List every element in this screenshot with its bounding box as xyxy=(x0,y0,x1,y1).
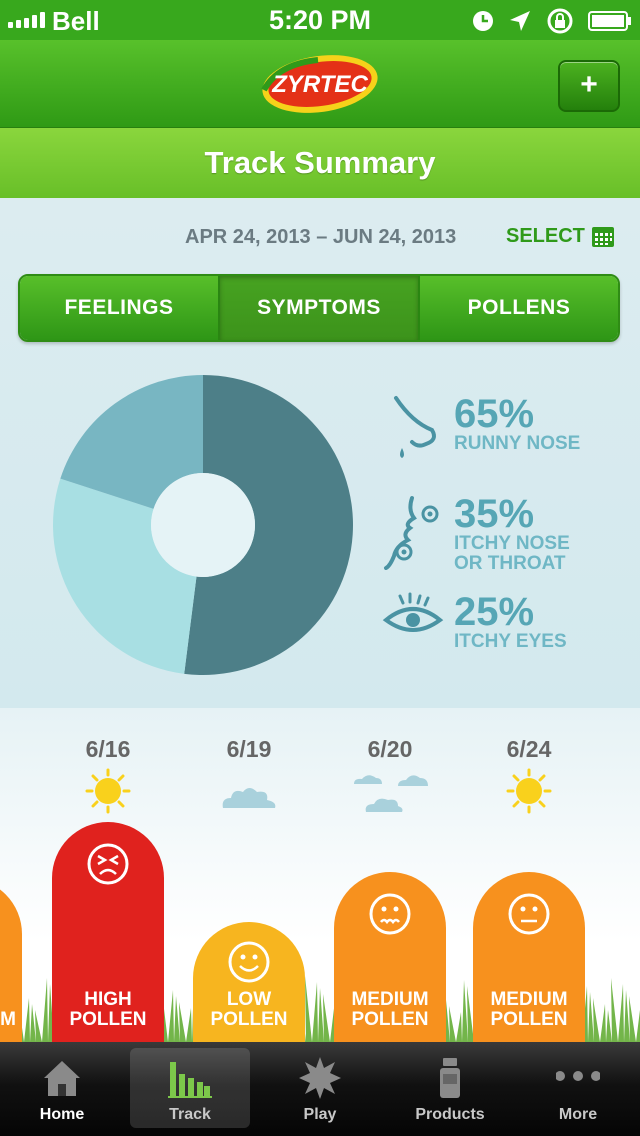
select-date-button[interactable]: SELECT xyxy=(506,224,615,248)
tab-feelings[interactable]: FEELINGS xyxy=(20,276,218,340)
sun-icon xyxy=(85,768,131,814)
pollen-level-label: MEDIUM POLLEN xyxy=(490,989,568,1030)
neutral-face-icon xyxy=(508,893,550,935)
pollen-level-label: M xyxy=(0,1009,16,1030)
pollen-card-partial[interactable]: M xyxy=(0,878,22,1042)
add-button[interactable]: + xyxy=(558,60,620,112)
home-icon xyxy=(44,1061,80,1096)
status-icons xyxy=(472,7,632,35)
calendar-icon xyxy=(591,227,614,247)
pollen-card-medium[interactable]: MEDIUM POLLEN xyxy=(473,872,585,1042)
more-dots-icon xyxy=(556,1071,600,1081)
tab-more[interactable]: More xyxy=(518,1048,638,1128)
page-title: Track Summary xyxy=(0,128,640,198)
tab-track[interactable]: Track xyxy=(130,1048,250,1128)
face-profile-icon xyxy=(384,496,439,570)
bottle-icon xyxy=(440,1058,460,1098)
legend-itchy-eyes: 25% ITCHY EYES xyxy=(382,592,567,652)
legend-pct: 35% xyxy=(454,492,535,536)
tab-symptoms[interactable]: SYMPTOMS xyxy=(218,276,418,340)
eye-icon xyxy=(382,592,444,632)
tab-label: Play xyxy=(303,1106,337,1123)
tab-pollens[interactable]: POLLENS xyxy=(418,276,618,340)
symptoms-donut-chart xyxy=(53,375,353,675)
legend-runny-nose: 65% RUNNY NOSE xyxy=(382,394,580,460)
cloud-icon xyxy=(222,788,276,808)
select-label: SELECT xyxy=(506,224,585,247)
pollen-card-medium[interactable]: MEDIUM POLLEN xyxy=(334,872,446,1042)
forecast-date: 6/16 xyxy=(85,736,131,762)
pollen-forecast: 6/16 6/19 6/20 6/24 M HIGH POLLEN LOW PO… xyxy=(0,708,640,1042)
legend-label: ITCHY NOSE OR THROAT xyxy=(454,533,570,574)
tab-label: Track xyxy=(169,1106,211,1123)
forecast-date: 6/24 xyxy=(506,736,552,762)
forecast-date: 6/20 xyxy=(367,736,413,762)
summary-panel: APR 24, 2013 – JUN 24, 2013 SELECT FEELI… xyxy=(0,198,640,708)
nav-bar: ZYRTEC + xyxy=(0,40,640,128)
zyrtec-logo[interactable]: ZYRTEC xyxy=(258,50,382,116)
legend-pct: 25% xyxy=(454,590,535,634)
angry-face-icon xyxy=(87,843,129,885)
date-range: APR 24, 2013 – JUN 24, 2013 xyxy=(185,226,457,248)
worried-face-icon xyxy=(369,893,411,935)
pollen-card-low[interactable]: LOW POLLEN xyxy=(193,922,305,1042)
donut-hole xyxy=(151,473,255,577)
alarm-clock-icon xyxy=(473,11,493,31)
pollen-card-high[interactable]: HIGH POLLEN xyxy=(52,822,164,1042)
tab-label: Home xyxy=(39,1106,85,1123)
pollen-level-label: MEDIUM POLLEN xyxy=(351,989,429,1030)
starburst-icon xyxy=(299,1057,341,1099)
status-bar: Bell 5:20 PM xyxy=(0,0,640,40)
tab-bar: Home Track Play Products More xyxy=(0,1042,640,1136)
legend-label: RUNNY NOSE xyxy=(454,433,581,454)
forecast-date: 6/19 xyxy=(226,736,272,762)
smile-face-icon xyxy=(228,941,270,983)
segmented-control: FEELINGS SYMPTOMS POLLENS xyxy=(18,274,620,342)
battery-icon xyxy=(588,11,631,31)
logo-text: ZYRTEC xyxy=(271,71,368,98)
tab-products[interactable]: Products xyxy=(390,1048,510,1128)
nose-icon xyxy=(394,396,436,458)
tab-home[interactable]: Home xyxy=(2,1048,122,1128)
legend-label: ITCHY EYES xyxy=(454,631,567,652)
tab-label: More xyxy=(558,1106,598,1123)
tab-label: Products xyxy=(415,1106,485,1123)
rotation-lock-icon xyxy=(547,8,573,34)
pollen-level-label: LOW POLLEN xyxy=(210,989,288,1030)
legend-itchy-nose-throat: 35% ITCHY NOSE OR THROAT xyxy=(382,494,570,574)
pollen-level-label: HIGH POLLEN xyxy=(69,989,147,1030)
sun-icon xyxy=(506,768,552,814)
legend-pct: 65% xyxy=(454,392,535,436)
tab-play[interactable]: Play xyxy=(260,1048,380,1128)
clouds-icon xyxy=(354,775,428,812)
location-arrow-icon xyxy=(510,11,530,31)
bar-chart-icon xyxy=(168,1062,212,1098)
